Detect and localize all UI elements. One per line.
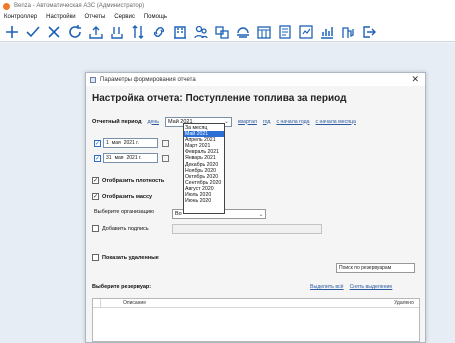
period-year-link[interactable]: год	[263, 119, 271, 125]
bar-chart-icon[interactable]	[318, 23, 336, 41]
clear-selection-link[interactable]: Снять выделение	[350, 284, 393, 290]
show-density-label: Отобразить плотность	[102, 177, 165, 184]
date-to-year: 2021 г.	[126, 155, 142, 161]
add-signature-option[interactable]: Добавить подпись	[92, 225, 149, 232]
date-from-day: 1	[106, 140, 109, 146]
calendar-icon[interactable]	[162, 154, 169, 162]
period-month-start-link[interactable]: с начала месяца	[316, 119, 356, 125]
menu-item-settings[interactable]: Настройки	[46, 14, 75, 20]
pumps-icon[interactable]	[339, 23, 357, 41]
transfer-icon[interactable]	[213, 23, 231, 41]
chevron-down-icon[interactable]: ⌄	[256, 209, 266, 219]
date-from-month: мая	[111, 140, 121, 146]
selection-links: Выделить всё Снять выделение	[310, 284, 392, 290]
show-deleted-option[interactable]: Показать удаленные	[92, 254, 159, 261]
tank-icon[interactable]	[234, 23, 252, 41]
refresh-icon[interactable]	[66, 23, 84, 41]
close-icon[interactable]	[45, 23, 63, 41]
grid-header-description[interactable]: Описание	[101, 300, 389, 306]
document-icon[interactable]	[276, 23, 294, 41]
date-to-month: мая	[114, 155, 124, 161]
period-year-start-link[interactable]: с начала года	[276, 119, 309, 125]
upload-icon[interactable]	[87, 23, 105, 41]
period-label: Отчетный период	[92, 118, 142, 125]
check-icon[interactable]	[24, 23, 42, 41]
date-from-picker[interactable]: 1 мая 2021 г.	[103, 138, 158, 148]
select-all-link[interactable]: Выделить всё	[310, 284, 344, 290]
calendar-grid-icon[interactable]	[255, 23, 273, 41]
org-select-value: Во	[175, 211, 182, 217]
show-density-option[interactable]: ✓ Отобразить плотность	[92, 177, 164, 184]
calendar-icon[interactable]	[162, 139, 169, 147]
period-day-link[interactable]: день	[148, 119, 159, 125]
dropdown-item[interactable]: Декабрь 2020	[184, 162, 224, 168]
app-logo-icon	[3, 2, 10, 10]
toolbar	[0, 22, 455, 42]
dropdown-item[interactable]: Июнь 2020	[184, 198, 224, 204]
report-icon[interactable]	[297, 23, 315, 41]
reservoir-search-input[interactable]: Поиск по резервуарам	[336, 263, 415, 273]
dropdown-item[interactable]: Октябрь 2020	[184, 174, 224, 180]
link-icon[interactable]	[150, 23, 168, 41]
reservoir-search-placeholder: Поиск по резервуарам	[339, 265, 392, 271]
period-row: Отчетный период день Май 2021 ⌄ квартал …	[92, 116, 422, 127]
menu-item-reports[interactable]: Отчеты	[85, 14, 106, 20]
menu-item-service[interactable]: Сервис	[114, 14, 135, 20]
dialog-title: Параметры формирования отчета	[100, 76, 196, 83]
reservoir-label: Выберите резервуар:	[92, 284, 152, 290]
show-mass-label: Отобразить массу	[102, 193, 153, 200]
menu-item-controller[interactable]: Контроллер	[4, 14, 37, 20]
choose-org-row: Выберите организацию	[94, 209, 154, 215]
title-bar: Benza - Автоматическая АЗС (Администрато…	[0, 0, 455, 12]
building-icon[interactable]	[171, 23, 189, 41]
sort-icon[interactable]	[129, 23, 147, 41]
date-to-day: 31	[106, 155, 112, 161]
grid-header-deleted[interactable]: Удалено	[389, 300, 419, 306]
signature-input[interactable]	[172, 224, 322, 234]
upload-stack-icon[interactable]	[108, 23, 126, 41]
show-mass-option[interactable]: ✓ Отобразить массу	[92, 193, 152, 200]
period-quarter-link[interactable]: квартал	[238, 119, 257, 125]
date-to-checkbox[interactable]: ✓	[94, 154, 101, 162]
choose-org-label: Выберите организацию	[94, 209, 155, 215]
date-from-year: 2021 г.	[123, 140, 139, 146]
reservoir-grid[interactable]: Описание Удалено	[92, 298, 420, 342]
dialog-close-icon[interactable]: ✕	[411, 74, 419, 85]
add-signature-checkbox[interactable]	[92, 225, 99, 232]
app-window: Benza - Автоматическая АЗС (Администрато…	[0, 0, 455, 343]
month-dropdown-list[interactable]: За месяц Май 2021 Апрель 2021 Март 2021 …	[183, 123, 225, 214]
show-mass-checkbox[interactable]: ✓	[92, 193, 99, 200]
plus-icon[interactable]	[3, 23, 21, 41]
dialog-window-icon	[90, 76, 96, 83]
report-params-dialog: Параметры формирования отчета ✕ Настройк…	[85, 72, 426, 343]
show-density-checkbox[interactable]: ✓	[92, 177, 99, 184]
date-to-picker[interactable]: 31 мая 2021 г.	[103, 153, 158, 163]
show-deleted-label: Показать удаленные	[102, 254, 159, 261]
report-heading: Настройка отчета: Поступление топлива за…	[92, 93, 347, 104]
add-signature-label: Добавить подпись	[102, 225, 149, 232]
date-from-checkbox[interactable]: ✓	[94, 139, 101, 147]
users-icon[interactable]	[192, 23, 210, 41]
show-deleted-checkbox[interactable]	[92, 254, 99, 261]
dialog-title-bar: Параметры формирования отчета	[86, 73, 425, 86]
menu-item-help[interactable]: Помощь	[144, 14, 167, 20]
menu-bar: Контроллер Настройки Отчеты Сервис Помощ…	[0, 12, 455, 22]
grid-header: Описание Удалено	[93, 299, 419, 308]
grid-header-check	[93, 299, 101, 307]
window-title: Benza - Автоматическая АЗС (Администрато…	[14, 3, 145, 9]
logout-icon[interactable]	[360, 23, 378, 41]
